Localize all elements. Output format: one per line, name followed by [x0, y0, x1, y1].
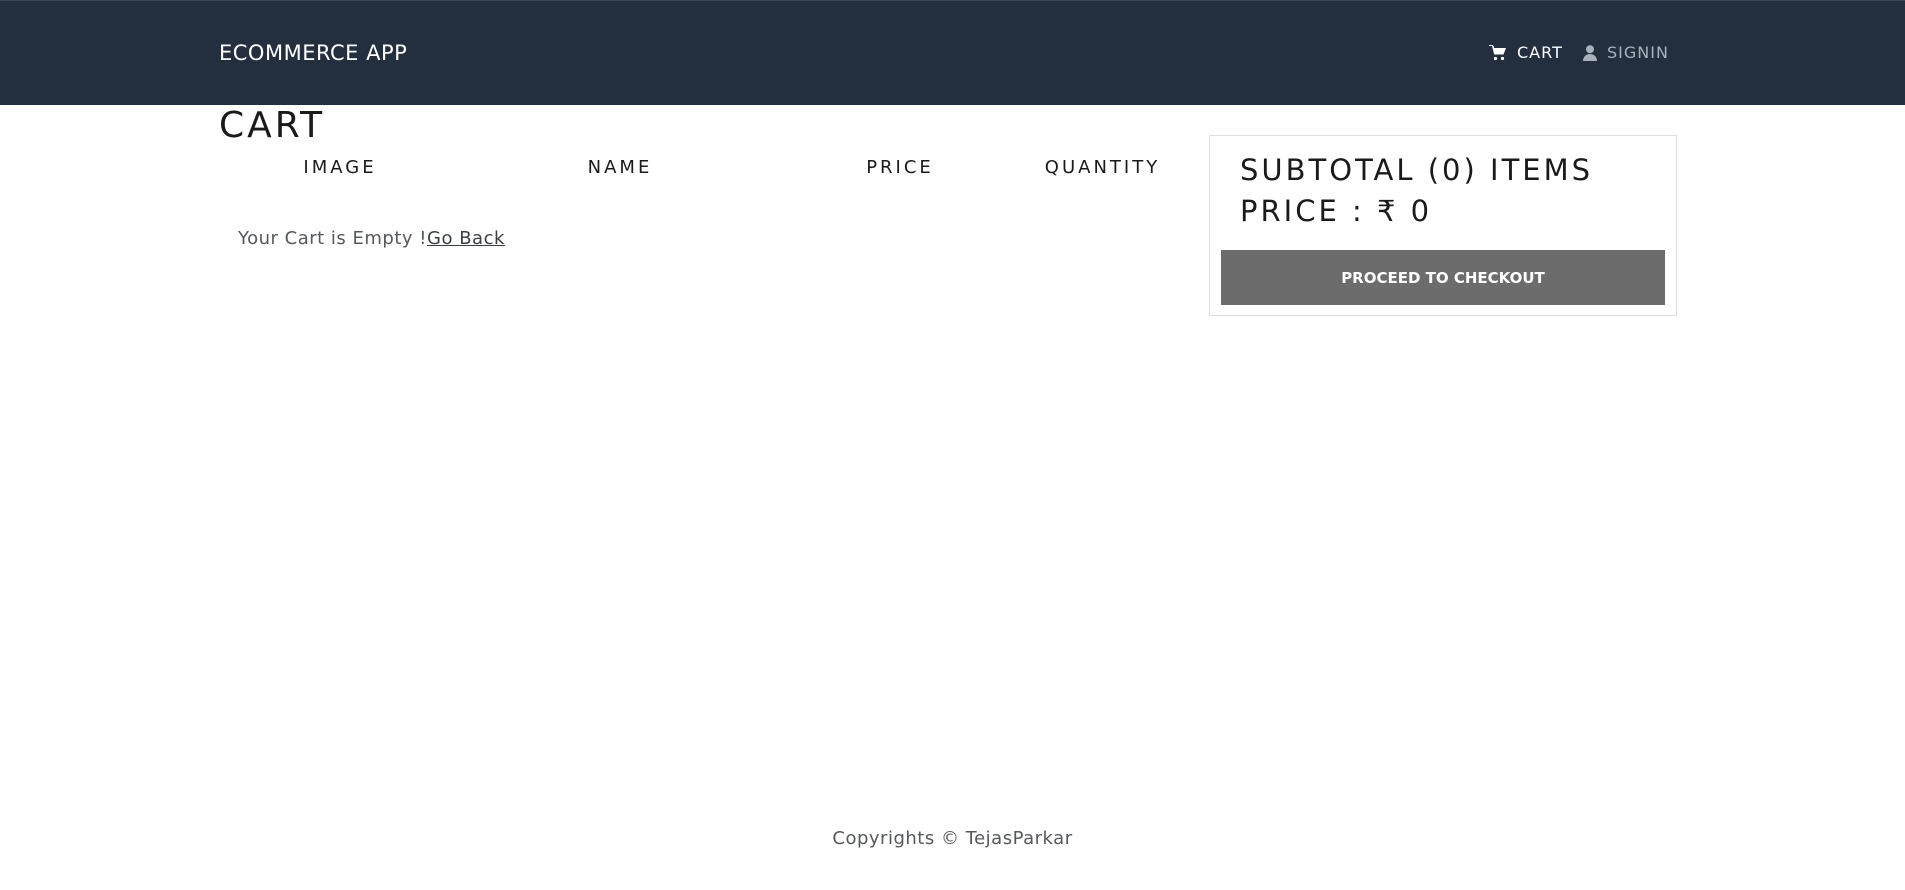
column-header-name: NAME	[587, 157, 653, 178]
column-header-quantity: QUANTITY	[1044, 157, 1161, 178]
subtotal-price: PRICE : ₹ 0	[1240, 194, 1433, 228]
nav-cart-link[interactable]: CART	[1489, 43, 1563, 62]
subtotal-items: SUBTOTAL (0) ITEMS	[1240, 153, 1594, 187]
empty-cart-message: Your Cart is Empty !Go Back	[238, 228, 505, 249]
column-header-image: IMAGE	[303, 157, 377, 178]
order-summary-card: SUBTOTAL (0) ITEMS PRICE : ₹ 0 PROCEED T…	[1209, 135, 1677, 316]
nav-signin-label: SIGNIN	[1607, 43, 1669, 62]
footer: Copyrights © TejasParkar	[0, 828, 1905, 849]
proceed-to-checkout-button[interactable]: PROCEED TO CHECKOUT	[1221, 250, 1665, 305]
shopping-cart-icon	[1489, 44, 1507, 61]
page-title: CART	[219, 105, 326, 146]
column-header-price: PRICE	[866, 157, 934, 178]
copyright-text: Copyrights © TejasParkar	[832, 828, 1073, 849]
brand-link[interactable]: ECOMMERCE APP	[219, 41, 407, 65]
empty-cart-text: Your Cart is Empty !	[238, 228, 428, 249]
navbar: ECOMMERCE APP CART SIGNIN	[0, 0, 1905, 105]
nav-cart-label: CART	[1517, 43, 1563, 62]
go-back-link[interactable]: Go Back	[427, 228, 505, 249]
user-icon	[1583, 44, 1597, 61]
nav-signin-link[interactable]: SIGNIN	[1583, 43, 1669, 62]
